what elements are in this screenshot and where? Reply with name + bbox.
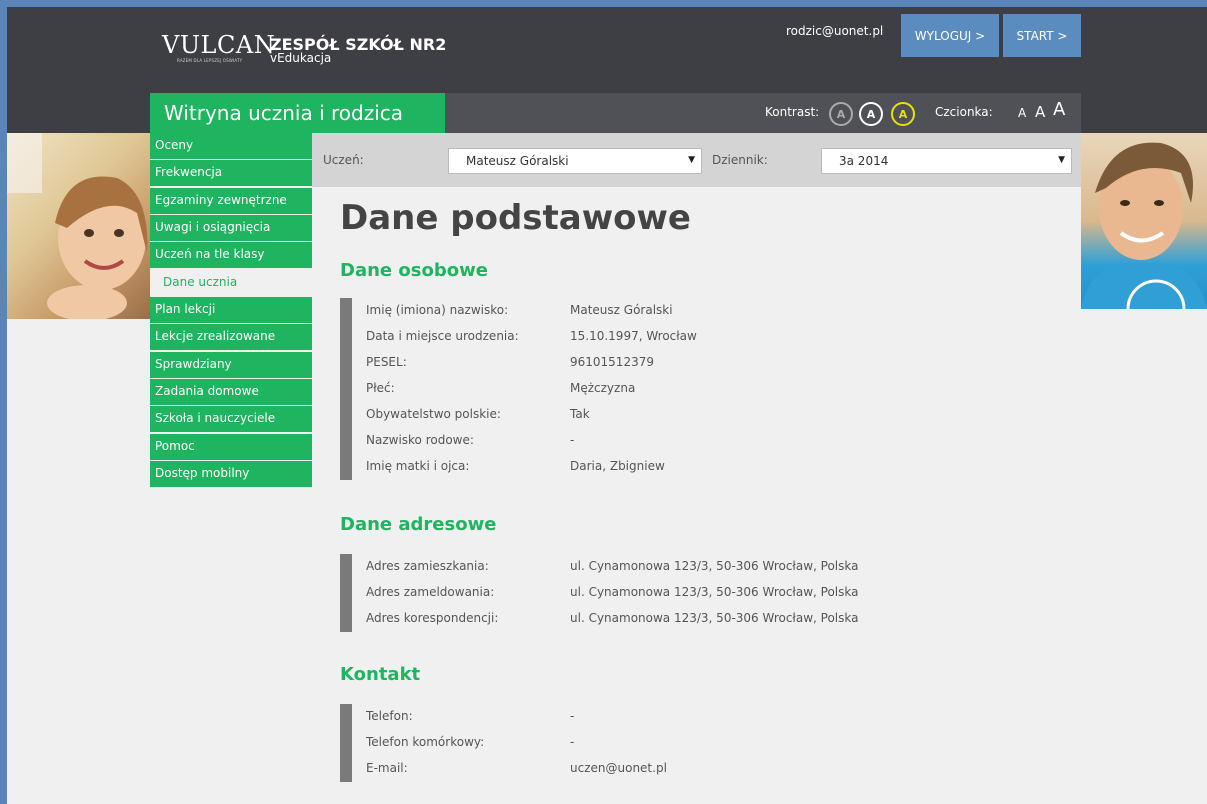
sidebar-item-uwagi[interactable]: Uwagi i osiągnięcia bbox=[150, 215, 312, 242]
row-value: 96101512379 bbox=[570, 355, 654, 369]
row-label: E-mail: bbox=[366, 761, 408, 775]
row-label: Telefon komórkowy: bbox=[366, 735, 485, 749]
sidebar-item-plan-lekcji[interactable]: Plan lekcji bbox=[150, 297, 312, 324]
contrast-normal-button[interactable]: A bbox=[829, 102, 853, 126]
student-photo-left bbox=[7, 133, 150, 319]
sidebar-item-uczen-na-tle-klasy[interactable]: Uczeń na tle klasy bbox=[150, 242, 312, 269]
selector-bar: Uczeń: Mateusz Góralski ▼ Dziennik: 3a 2… bbox=[312, 133, 1081, 187]
row-value: ul. Cynamonowa 123/3, 50-306 Wrocław, Po… bbox=[570, 559, 859, 573]
journal-select-value: 3a 2014 bbox=[839, 154, 889, 168]
row-value: ul. Cynamonowa 123/3, 50-306 Wrocław, Po… bbox=[570, 611, 859, 625]
school-subtitle: vEdukacja bbox=[270, 51, 332, 65]
row-value: - bbox=[570, 709, 575, 723]
student-select-value: Mateusz Góralski bbox=[466, 154, 569, 168]
row-label: Imię (imiona) nazwisko: bbox=[366, 303, 509, 317]
row-value: - bbox=[570, 433, 575, 447]
font-medium-button[interactable]: A bbox=[1035, 103, 1045, 121]
sidebar-item-lekcje-zrealizowane[interactable]: Lekcje zrealizowane bbox=[150, 324, 312, 351]
row-value: Daria, Zbigniew bbox=[570, 459, 665, 473]
section-title-personal: Dane osobowe bbox=[340, 260, 488, 281]
contrast-label: Kontrast: bbox=[765, 105, 820, 119]
row-label: Telefon: bbox=[366, 709, 413, 723]
row-value: Tak bbox=[570, 407, 590, 421]
row-value: ul. Cynamonowa 123/3, 50-306 Wrocław, Po… bbox=[570, 585, 859, 599]
logo-tagline: RAZEM DLA LEPSZEJ OŚWIATY bbox=[177, 58, 243, 63]
row-label: PESEL: bbox=[366, 355, 407, 369]
row-label: Imię matki i ojca: bbox=[366, 459, 470, 473]
font-large-button[interactable]: A bbox=[1053, 99, 1065, 120]
row-value: 15.10.1997, Wrocław bbox=[570, 329, 697, 343]
vulcan-logo[interactable]: VULCAN bbox=[162, 31, 275, 59]
student-select-label: Uczeń: bbox=[323, 153, 364, 167]
sidebar-item-dane-ucznia[interactable]: Dane ucznia bbox=[150, 269, 312, 296]
sidebar-item-zadania-domowe[interactable]: Zadania domowe bbox=[150, 379, 312, 406]
sidebar-item-pomoc[interactable]: Pomoc bbox=[150, 433, 312, 460]
sidebar-item-oceny[interactable]: Oceny bbox=[150, 133, 312, 159]
row-value[interactable]: uczen@uonet.pl bbox=[570, 761, 667, 775]
contrast-high-button[interactable]: A bbox=[859, 102, 883, 126]
start-button[interactable]: START > bbox=[1003, 14, 1081, 57]
sidebar-item-frekwencja[interactable]: Frekwencja bbox=[150, 160, 312, 187]
journal-select-label: Dziennik: bbox=[712, 153, 768, 167]
student-photo-right bbox=[1081, 133, 1207, 309]
row-label: Data i miejsce urodzenia: bbox=[366, 329, 519, 343]
contact-data-block: Telefon: - Telefon komórkowy: - E-mail: ucz… bbox=[340, 704, 667, 782]
journal-select[interactable]: 3a 2014 ▼ bbox=[821, 148, 1072, 174]
student-select[interactable]: Mateusz Góralski ▼ bbox=[448, 148, 702, 174]
page-title: Dane podstawowe bbox=[340, 198, 691, 238]
sidebar-item-sprawdziany[interactable]: Sprawdziany bbox=[150, 351, 312, 378]
row-value: Mężczyzna bbox=[570, 381, 636, 395]
row-label: Adres zamieszkania: bbox=[366, 559, 489, 573]
row-label: Nazwisko rodowe: bbox=[366, 433, 474, 447]
app-window: VULCAN RAZEM DLA LEPSZEJ OŚWIATY ZESPÓŁ … bbox=[7, 7, 1207, 804]
font-small-button[interactable]: A bbox=[1018, 106, 1026, 120]
dropdown-arrow-icon: ▼ bbox=[688, 155, 695, 165]
sidebar-item-dostep-mobilny[interactable]: Dostęp mobilny bbox=[150, 461, 312, 488]
address-data-block: Adres zamieszkania: ul. Cynamonowa 123/3,… bbox=[340, 554, 858, 632]
row-label: Płeć: bbox=[366, 381, 395, 395]
contrast-yellow-button[interactable]: A bbox=[891, 102, 915, 126]
section-title-contact: Kontakt bbox=[340, 664, 421, 685]
row-label: Obywatelstwo polskie: bbox=[366, 407, 501, 421]
personal-data-block: Imię (imiona) nazwisko: Mateusz Góralski … bbox=[340, 298, 697, 480]
logout-button[interactable]: WYLOGUJ > bbox=[901, 14, 999, 57]
row-label: Adres korespondencji: bbox=[366, 611, 499, 625]
section-title-address: Dane adresowe bbox=[340, 514, 497, 535]
dropdown-arrow-icon: ▼ bbox=[1058, 155, 1065, 165]
sidebar-nav: Oceny Frekwencja Egzaminy zewnętrzne Uwa… bbox=[150, 133, 312, 488]
sidebar-item-szkola[interactable]: Szkoła i nauczyciele bbox=[150, 406, 312, 433]
row-value: - bbox=[570, 735, 575, 749]
user-email: rodzic@uonet.pl bbox=[786, 24, 884, 38]
font-size-label: Czcionka: bbox=[935, 105, 993, 119]
row-value: Mateusz Góralski bbox=[570, 303, 673, 317]
site-title: Witryna ucznia i rodzica bbox=[150, 93, 445, 133]
row-label: Adres zameldowania: bbox=[366, 585, 495, 599]
sidebar-item-egzaminy[interactable]: Egzaminy zewnętrzne bbox=[150, 187, 312, 214]
